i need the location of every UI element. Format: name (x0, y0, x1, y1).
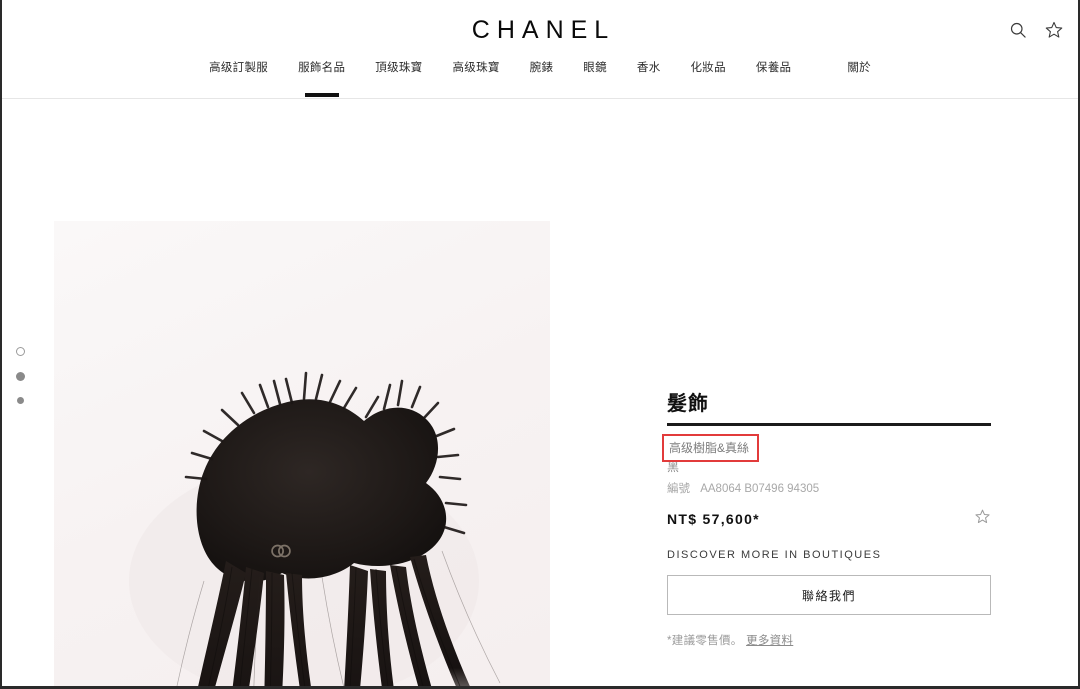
chanel-product-page: CHANEL 高级訂製服 服飾名品 頂级珠寶 高级珠寶 腕錶 眼鏡 香水 化妝品… (0, 0, 1080, 689)
main-content: 髮飾 高级樹脂&真絲 黑 編號 AA8064 B07496 94305 NT$ … (2, 99, 1078, 686)
nav-label: 服飾名品 (298, 62, 346, 74)
product-material: 高级樹脂&真絲 (669, 441, 750, 455)
header-icon-group (1008, 20, 1064, 40)
nav-label: 高级珠寶 (452, 62, 500, 74)
nav-label: 腕錶 (529, 62, 554, 74)
nav-item-0[interactable]: 高级訂製服 (194, 60, 283, 76)
nav-item-6[interactable]: 香水 (622, 60, 676, 76)
nav-item-2[interactable]: 頂级珠寶 (360, 60, 437, 76)
nav-item-1[interactable]: 服飾名品 (283, 60, 360, 76)
carousel-dot-2[interactable] (16, 372, 25, 381)
title-divider (667, 423, 991, 426)
chanel-logo[interactable]: CHANEL (2, 16, 1078, 45)
favorites-star-icon[interactable] (1044, 20, 1064, 40)
nav-item-3[interactable]: 高级珠寶 (437, 60, 514, 76)
add-to-favorites-star-icon[interactable] (974, 508, 991, 530)
product-price: NT$ 57,600* (667, 511, 760, 527)
search-icon[interactable] (1008, 20, 1028, 40)
nav-item-7[interactable]: 化妝品 (676, 60, 741, 76)
site-header: CHANEL 高级訂製服 服飾名品 頂级珠寶 高级珠寶 腕錶 眼鏡 香水 化妝品… (2, 0, 1078, 99)
product-code: 編號 AA8064 B07496 94305 (667, 481, 991, 498)
nav-item-9[interactable]: 關於 (832, 60, 886, 76)
product-image[interactable] (54, 221, 550, 686)
nav-label: 化妝品 (690, 62, 726, 74)
gallery-carousel-dots (16, 347, 25, 404)
nav-label: 關於 (847, 62, 871, 74)
nav-label: 眼鏡 (583, 62, 607, 74)
product-code-value: AA8064 B07496 94305 (700, 483, 820, 495)
nav-label: 高级訂製服 (209, 62, 269, 74)
footnote-text: *建議零售價。 (667, 635, 743, 647)
product-title: 髮飾 (667, 393, 709, 415)
material-annotation-wrap: 高级樹脂&真絲 (662, 434, 760, 462)
nav-item-5[interactable]: 眼鏡 (568, 60, 622, 76)
nav-item-8[interactable]: 保養品 (741, 60, 806, 76)
product-color: 黑 (667, 460, 680, 474)
price-row: NT$ 57,600* (667, 508, 991, 530)
nav-label: 頂级珠寶 (375, 62, 423, 74)
price-footnote: *建議零售價。 更多資料 (667, 632, 991, 648)
more-info-link[interactable]: 更多資料 (746, 635, 793, 647)
discover-boutiques-text: DISCOVER MORE IN BOUTIQUES (667, 549, 882, 561)
product-code-label: 編號 (667, 483, 690, 495)
contact-us-button[interactable]: 聯絡我們 (667, 575, 991, 615)
carousel-dot-1[interactable] (16, 347, 25, 356)
carousel-dot-3[interactable] (17, 397, 24, 404)
nav-label: 香水 (636, 62, 661, 74)
nav-label: 保養品 (755, 62, 792, 74)
product-details-panel: 髮飾 高级樹脂&真絲 黑 編號 AA8064 B07496 94305 NT$ … (662, 391, 991, 648)
main-navigation: 高级訂製服 服飾名品 頂级珠寶 高级珠寶 腕錶 眼鏡 香水 化妝品 保養品 關於 (2, 60, 1078, 76)
hair-accessory-illustration (54, 221, 550, 686)
nav-item-4[interactable]: 腕錶 (515, 60, 569, 76)
